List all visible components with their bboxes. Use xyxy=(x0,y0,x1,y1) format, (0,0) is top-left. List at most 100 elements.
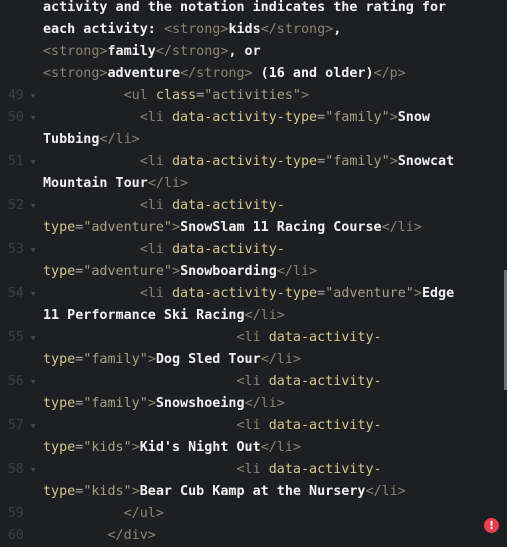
token-tag: > xyxy=(172,220,181,235)
token-text: Snowshoeing xyxy=(155,396,245,411)
token-tag: <li xyxy=(139,286,172,301)
token-text: Edge xyxy=(421,286,455,301)
line-number: 54 xyxy=(8,286,24,301)
line-number: 60 xyxy=(8,528,24,543)
token-attr: type xyxy=(43,396,76,411)
fold-arrow-icon[interactable]: ▼ xyxy=(31,459,35,481)
fold-arrow-icon[interactable]: ▼ xyxy=(31,283,35,305)
token-attr: data-activity- xyxy=(268,462,382,477)
token-str: "activities" xyxy=(204,88,301,103)
fold-arrow-icon[interactable]: ▼ xyxy=(31,371,35,393)
token-text: Bear Cub Kamp at the Nursery xyxy=(139,484,366,499)
token-attr: data-activity- xyxy=(172,242,285,257)
token-text: Snow xyxy=(397,110,430,125)
code-line[interactable]: Mountain Tour</li> xyxy=(0,173,503,195)
fold-arrow-icon[interactable]: ▼ xyxy=(31,151,35,173)
fold-arrow-icon[interactable]: ▼ xyxy=(31,195,35,217)
code-line[interactable]: 52 ▼ <li data-activity- xyxy=(0,195,503,217)
token-tag: </p> xyxy=(373,66,406,81)
token-text: , or xyxy=(228,44,261,59)
token-str: "adventure" xyxy=(325,286,414,301)
line-code: <li data-activity-type="family">Snowcat xyxy=(43,151,454,173)
token-tag: </div> xyxy=(107,528,156,543)
line-number: 51 xyxy=(8,154,24,169)
line-number: 52 xyxy=(8,198,24,213)
token-tag: <li xyxy=(236,462,269,477)
code-line[interactable]: activity and the notation indicates the … xyxy=(0,0,503,19)
token-text: Dog Sled Tour xyxy=(155,352,261,367)
code-line[interactable]: type="family">Dog Sled Tour</li> xyxy=(0,349,503,371)
token-tag: > xyxy=(172,264,181,279)
token-text: Mountain Tour xyxy=(43,176,148,191)
code-line[interactable]: each activity: <strong>kids</strong>, xyxy=(0,19,503,41)
code-line[interactable]: 49 ▼ <ul class="activities"> xyxy=(0,85,503,107)
code-line[interactable]: Tubbing</li> xyxy=(0,129,503,151)
token-tag: > xyxy=(389,110,398,125)
code-line[interactable]: <strong>adventure</strong> (16 and older… xyxy=(0,63,503,85)
line-code: <li data-activity- xyxy=(43,371,382,393)
code-line[interactable]: 54 ▼ <li data-activity-type="adventure">E… xyxy=(0,283,503,305)
line-code: type="adventure">Snowboarding</li> xyxy=(43,261,317,283)
line-number: 49 xyxy=(8,88,24,103)
token-tag: > xyxy=(301,88,310,103)
token-tag: </li> xyxy=(244,308,285,323)
token-eq: = xyxy=(317,110,326,125)
fold-arrow-icon[interactable]: ▼ xyxy=(31,85,35,107)
token-text: Kid's Night Out xyxy=(139,440,261,455)
fold-arrow-icon[interactable]: ▼ xyxy=(31,415,35,437)
token-str: "family" xyxy=(325,154,390,169)
token-attr: data-activity- xyxy=(268,418,382,433)
code-line[interactable]: <strong>family</strong>, or xyxy=(0,41,503,63)
code-line[interactable]: 56 ▼ <li data-activity- xyxy=(0,371,503,393)
code-line[interactable]: 60 </div> xyxy=(0,525,503,547)
token-text: , xyxy=(333,22,342,37)
line-code: <strong>family</strong>, or xyxy=(43,41,261,63)
vertical-scrollbar[interactable] xyxy=(503,0,507,546)
token-text: SnowSlam 11 Racing Course xyxy=(180,220,382,235)
line-code: type="family">Dog Sled Tour</li> xyxy=(43,349,301,371)
fold-arrow-icon[interactable]: ▼ xyxy=(31,107,35,129)
code-line[interactable]: type="adventure">Snowboarding</li> xyxy=(0,261,503,283)
token-text: each activity: xyxy=(43,22,164,37)
fold-arrow-icon[interactable]: ▼ xyxy=(31,239,35,261)
token-tag: <li xyxy=(139,154,172,169)
code-line[interactable]: 57 ▼ <li data-activity- xyxy=(0,415,503,437)
code-line[interactable]: type="adventure">SnowSlam 11 Racing Cour… xyxy=(0,217,503,239)
code-line[interactable]: type="kids">Bear Cub Kamp at the Nursery… xyxy=(0,481,503,503)
token-tag: </strong> xyxy=(155,44,229,59)
token-tag: </li> xyxy=(99,132,140,147)
line-code: </ul> xyxy=(43,503,164,525)
code-line[interactable]: type="family">Snowshoeing</li> xyxy=(0,393,503,415)
code-line[interactable]: 53 ▼ <li data-activity- xyxy=(0,239,503,261)
token-attr: data-activity- xyxy=(268,374,382,389)
line-code: type="adventure">SnowSlam 11 Racing Cour… xyxy=(43,217,422,239)
code-editor[interactable]: activity and the notation indicates the … xyxy=(0,0,503,547)
token-str: "kids" xyxy=(83,440,132,455)
code-line[interactable]: 59 </ul> xyxy=(0,503,503,525)
token-text: activity and the notation indicates the … xyxy=(43,0,447,15)
code-line[interactable]: 55 ▼ <li data-activity- xyxy=(0,327,503,349)
code-line[interactable]: type="kids">Kid's Night Out</li> xyxy=(0,437,503,459)
line-code: </div> xyxy=(43,525,156,547)
token-tag: <strong> xyxy=(43,44,108,59)
line-code: <strong>adventure</strong> (16 and older… xyxy=(43,63,406,85)
token-attr: type xyxy=(43,220,76,235)
line-code: <li data-activity- xyxy=(43,195,285,217)
line-number: 50 xyxy=(8,110,24,125)
token-attr: data-activity-type xyxy=(172,154,318,169)
token-attr: type xyxy=(43,264,76,279)
line-code: Tubbing</li> xyxy=(43,129,140,151)
code-line[interactable]: 58 ▼ <li data-activity- xyxy=(0,459,503,481)
token-attr: type xyxy=(43,352,76,367)
token-text: 11 Performance Ski Racing xyxy=(43,308,245,323)
exclamation-circle-icon[interactable]: ! xyxy=(484,518,499,533)
token-attr: data-activity- xyxy=(268,330,382,345)
code-line[interactable]: 51 ▼ <li data-activity-type="family">Snow… xyxy=(0,151,503,173)
code-line[interactable]: 50 ▼ <li data-activity-type="family">Snow xyxy=(0,107,503,129)
fold-arrow-icon[interactable]: ▼ xyxy=(31,327,35,349)
code-line[interactable]: 11 Performance Ski Racing</li> xyxy=(0,305,503,327)
